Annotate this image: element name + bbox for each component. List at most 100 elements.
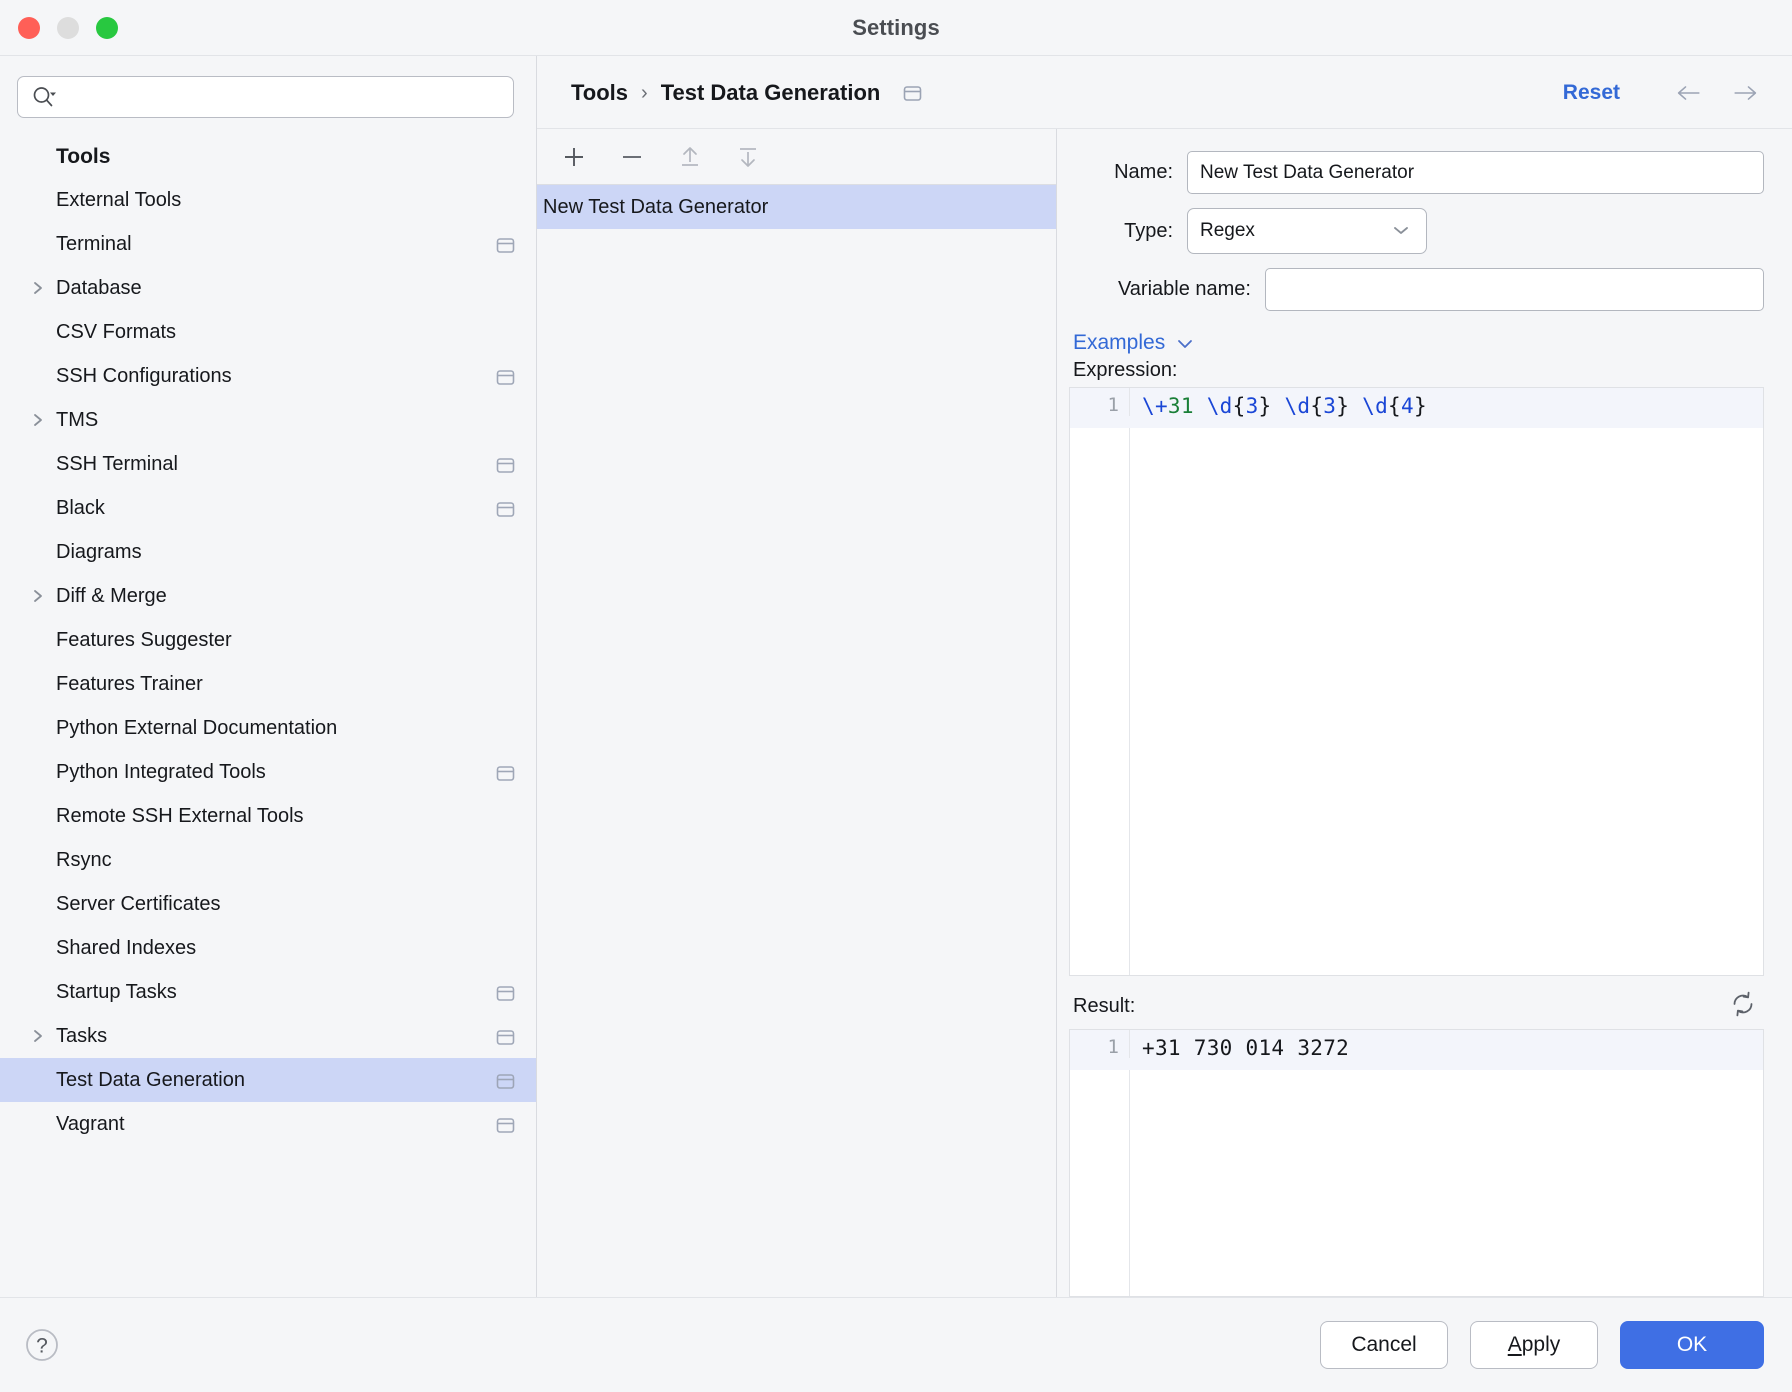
sidebar-item-server-certificates[interactable]: Server Certificates (0, 882, 536, 926)
expression-token (1194, 394, 1207, 418)
sidebar-item-label: Database (56, 277, 514, 300)
arrow-right-icon[interactable] (1732, 83, 1758, 103)
reset-button[interactable]: Reset (1563, 81, 1620, 105)
project-scope-icon (495, 764, 514, 781)
add-generator-button[interactable] (555, 138, 593, 176)
sidebar-item-startup-tasks[interactable]: Startup Tasks (0, 970, 536, 1014)
sidebar-item-features-suggester[interactable]: Features Suggester (0, 618, 536, 662)
examples-dropdown-link[interactable]: Examples (1073, 331, 1165, 355)
project-scope-icon (495, 984, 514, 1001)
sidebar-item-label: Diagrams (56, 541, 514, 564)
search-input[interactable] (58, 77, 513, 117)
sidebar-item-rsync[interactable]: Rsync (0, 838, 536, 882)
result-value: +31 730 014 3272 (1130, 1030, 1763, 1060)
sidebar-item-shared-indexes[interactable]: Shared Indexes (0, 926, 536, 970)
ok-button[interactable]: OK (1620, 1321, 1764, 1369)
project-scope-icon (902, 84, 923, 103)
sidebar-item-label: SSH Terminal (56, 453, 495, 476)
tree-root-label: Tools (0, 136, 536, 178)
sidebar-item-ssh-terminal[interactable]: SSH Terminal (0, 442, 536, 486)
sidebar-item-ssh-configurations[interactable]: SSH Configurations (0, 354, 536, 398)
sidebar-item-csv-formats[interactable]: CSV Formats (0, 310, 536, 354)
sidebar-item-label: Black (56, 497, 495, 520)
generator-detail-pane: Name: Type: Regex (1057, 129, 1792, 1297)
sidebar-item-features-trainer[interactable]: Features Trainer (0, 662, 536, 706)
expression-token: \d (1362, 394, 1388, 418)
sidebar-item-test-data-generation[interactable]: Test Data Generation (0, 1058, 536, 1102)
breadcrumb-bar: Tools › Test Data Generation Reset (537, 56, 1792, 128)
chevron-down-icon (1392, 220, 1410, 242)
variable-name-input[interactable] (1265, 268, 1764, 311)
sidebar-item-remote-ssh-external-tools[interactable]: Remote SSH External Tools (0, 794, 536, 838)
sidebar-item-vagrant[interactable]: Vagrant (0, 1102, 536, 1146)
expression-token: \+ (1142, 394, 1168, 418)
sidebar-item-diff-merge[interactable]: Diff & Merge (0, 574, 536, 618)
minimize-window-button[interactable] (57, 17, 79, 39)
name-label: Name: (1069, 161, 1187, 184)
list-item[interactable]: New Test Data Generator (537, 185, 1056, 229)
result-line-number: 1 (1070, 1030, 1130, 1058)
sidebar-item-database[interactable]: Database (0, 266, 536, 310)
apply-button[interactable]: Apply (1470, 1321, 1598, 1369)
sidebar-item-black[interactable]: Black (0, 486, 536, 530)
sidebar-item-diagrams[interactable]: Diagrams (0, 530, 536, 574)
expression-editor[interactable]: 1 \+31 \d{3} \d{3} \d{4} (1069, 387, 1764, 976)
expression-token: 3 (1246, 394, 1259, 418)
sidebar-item-terminal[interactable]: Terminal (0, 222, 536, 266)
chevron-down-icon[interactable] (1175, 337, 1195, 350)
apply-rest: pply (1522, 1333, 1561, 1357)
expression-token: \d (1284, 394, 1310, 418)
cancel-button[interactable]: Cancel (1320, 1321, 1448, 1369)
generator-panes: New Test Data Generator Name: Type: Rege… (537, 128, 1792, 1297)
breadcrumb-parent[interactable]: Tools (571, 80, 628, 106)
refresh-icon[interactable] (1728, 989, 1758, 1024)
type-dropdown[interactable]: Regex (1187, 208, 1427, 254)
sidebar-item-tms[interactable]: TMS (0, 398, 536, 442)
result-editor[interactable]: 1 +31 730 014 3272 (1069, 1029, 1764, 1297)
arrow-left-icon[interactable] (1676, 83, 1702, 103)
sidebar-item-label: Python Integrated Tools (56, 761, 495, 784)
import-generator-button[interactable] (729, 138, 767, 176)
svg-text:?: ? (36, 1335, 48, 1358)
expression-line: 1 \+31 \d{3} \d{3} \d{4} (1070, 388, 1763, 428)
expression-token: { (1388, 394, 1401, 418)
export-generator-button[interactable] (671, 138, 709, 176)
sidebar-item-label: Vagrant (56, 1113, 495, 1136)
sidebar-item-label: Test Data Generation (56, 1069, 495, 1092)
sidebar-item-python-external-documentation[interactable]: Python External Documentation (0, 706, 536, 750)
project-scope-icon (495, 1116, 514, 1133)
sidebar-item-python-integrated-tools[interactable]: Python Integrated Tools (0, 750, 536, 794)
apply-mnemonic: A (1508, 1333, 1522, 1357)
remove-generator-button[interactable] (613, 138, 651, 176)
sidebar-item-label: Tasks (56, 1025, 495, 1048)
close-window-button[interactable] (18, 17, 40, 39)
expression-token (1349, 394, 1362, 418)
expression-token: { (1310, 394, 1323, 418)
generator-list: New Test Data Generator (537, 185, 1056, 1297)
chevron-right-icon[interactable] (30, 280, 46, 296)
result-header: Result: (1069, 989, 1764, 1024)
sidebar-item-label: TMS (56, 409, 514, 432)
help-question-icon[interactable]: ? (20, 1323, 64, 1367)
settings-tree: Tools External Tools Terminal Database CSV … (0, 130, 536, 1297)
chevron-right-icon[interactable] (30, 588, 46, 604)
sidebar-item-label: CSV Formats (56, 321, 514, 344)
sidebar-item-label: Features Suggester (56, 629, 514, 652)
expression-code[interactable]: \+31 \d{3} \d{3} \d{4} (1130, 388, 1763, 418)
maximize-window-button[interactable] (96, 17, 118, 39)
chevron-right-icon[interactable] (30, 412, 46, 428)
sidebar-item-label: Terminal (56, 233, 495, 256)
settings-search-box[interactable] (17, 76, 514, 118)
sidebar-item-tasks[interactable]: Tasks (0, 1014, 536, 1058)
name-input[interactable] (1187, 151, 1764, 194)
type-dropdown-value: Regex (1200, 220, 1255, 242)
chevron-right-icon[interactable] (30, 1028, 46, 1044)
expression-token: 3 (1323, 394, 1336, 418)
sidebar-item-label: Startup Tasks (56, 981, 495, 1004)
project-scope-icon (495, 1072, 514, 1089)
expression-token: 31 (1168, 394, 1194, 418)
result-gutter (1070, 1070, 1130, 1296)
sidebar-item-external-tools[interactable]: External Tools (0, 178, 536, 222)
expression-token: 4 (1401, 394, 1414, 418)
expression-editor-blank-area[interactable] (1070, 428, 1763, 975)
